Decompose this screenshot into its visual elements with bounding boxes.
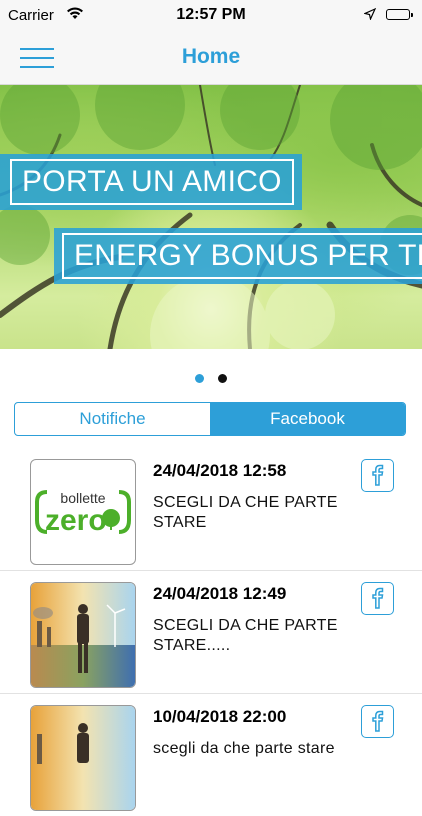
post-text: SCEGLI DA CHE PARTE STARE — [153, 494, 338, 531]
banner-headline-1: PORTA UN AMICO — [0, 154, 302, 210]
bollette-zero-logo: bollette zero — [30, 459, 136, 565]
post-text: scegli da che parte stare — [153, 740, 335, 757]
clock: 12:57 PM — [176, 6, 246, 23]
carousel-page-indicator[interactable] — [0, 370, 422, 388]
facebook-icon[interactable] — [361, 582, 394, 615]
man-between-pollution-and-solar-image — [30, 582, 136, 688]
location-arrow-icon — [363, 7, 377, 24]
post-text: SCEGLI DA CHE PARTE STARE..... — [153, 617, 338, 654]
promo-banner[interactable]: PORTA UN AMICO ENERGY BONUS PER TE — [0, 85, 422, 349]
list-item[interactable]: 24/04/2018 12:49 SCEGLI DA CHE PARTE STA… — [0, 571, 422, 694]
facebook-icon[interactable] — [361, 459, 394, 492]
facebook-icon[interactable] — [361, 705, 394, 738]
post-date: 24/04/2018 12:49 — [153, 584, 287, 603]
feed-segmented-control: Notifiche Facebook — [14, 402, 406, 436]
list-item[interactable]: bollette zero 24/04/2018 12:58 SCEGLI DA… — [0, 448, 422, 571]
facebook-post-list: bollette zero 24/04/2018 12:58 SCEGLI DA… — [0, 448, 422, 816]
list-item[interactable]: 10/04/2018 22:00 scegli da che parte sta… — [0, 694, 422, 816]
page-title: Home — [181, 45, 241, 68]
page-dot-1[interactable] — [194, 374, 204, 383]
banner-headline-2: ENERGY BONUS PER TE — [54, 228, 422, 284]
page-dot-2[interactable] — [218, 374, 228, 383]
bollette-zero-logo-text-bottom: zero — [45, 504, 107, 537]
post-date: 24/04/2018 12:58 — [153, 461, 287, 480]
post-date: 10/04/2018 22:00 — [153, 707, 287, 726]
tree-canopy-image — [0, 85, 422, 349]
battery-icon — [386, 9, 413, 20]
tab-notifiche[interactable]: Notifiche — [15, 403, 210, 435]
navigation-bar: Home — [0, 32, 422, 85]
tab-facebook[interactable]: Facebook — [210, 403, 405, 435]
man-between-pollution-and-solar-image — [30, 705, 136, 811]
status-bar: Carrier 12:57 PM — [0, 0, 422, 32]
